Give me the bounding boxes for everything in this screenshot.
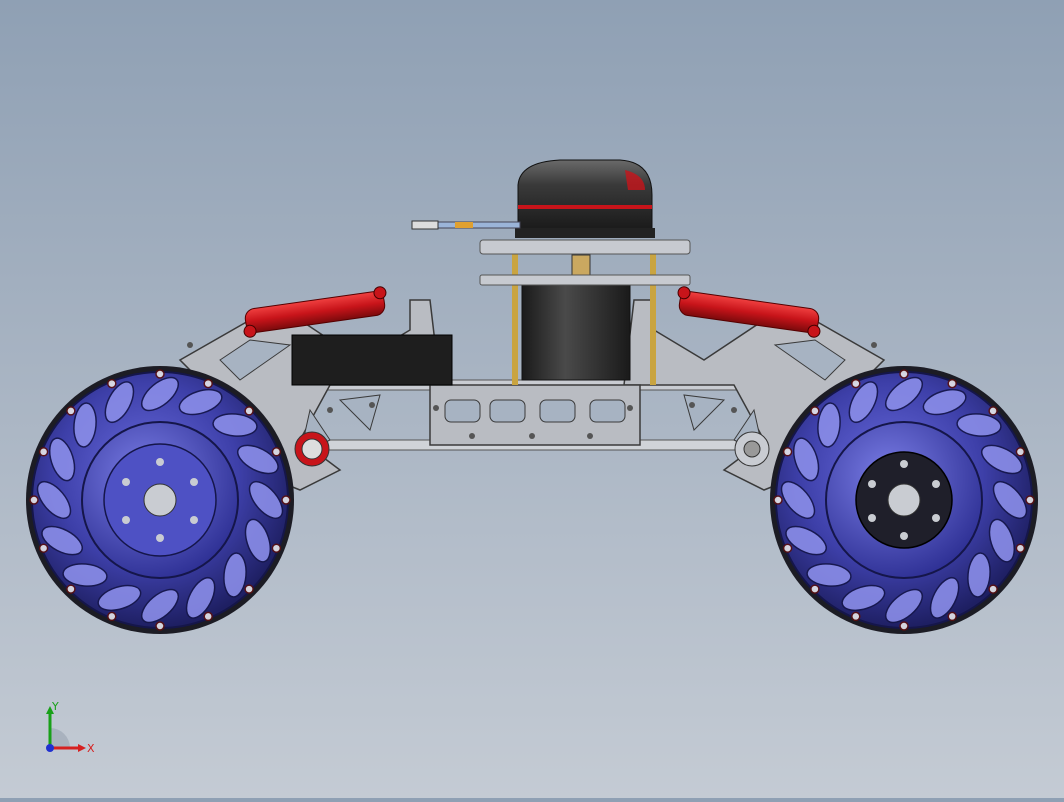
triad-view-plane	[50, 728, 70, 748]
roller-bolt	[988, 584, 998, 594]
robot-model[interactable]	[0, 0, 1064, 798]
roller-bolt	[29, 495, 39, 505]
roller-bolt	[203, 378, 213, 389]
roller-bolt	[281, 495, 291, 505]
roller-bolt	[203, 611, 213, 622]
roller-bolt	[1025, 495, 1035, 505]
lidar-cable	[411, 220, 521, 230]
roller-bolt	[107, 378, 117, 389]
roller-bolt	[244, 406, 254, 416]
roller-bolt	[244, 584, 254, 594]
roller-bolt	[66, 584, 76, 594]
roller-bolt	[988, 406, 998, 416]
roller-bolt	[947, 378, 957, 389]
roller-bolt	[851, 378, 861, 389]
roller-bolt	[271, 543, 282, 553]
roller-bolt	[899, 621, 909, 631]
bearing-left	[294, 431, 330, 467]
lidar-sensor	[515, 159, 655, 238]
roller-bolt	[107, 611, 117, 622]
roller-bolt	[38, 543, 49, 553]
x-axis-label: X	[87, 742, 95, 755]
z-axis-dot	[46, 744, 54, 752]
roller-bolt	[773, 495, 783, 505]
mecanum-wheel-right	[770, 366, 1038, 634]
roller-bolt	[66, 406, 76, 416]
roller-bolt	[782, 447, 793, 457]
bearing-right	[734, 431, 770, 467]
roller-bolt	[38, 447, 49, 457]
roller-bolt	[155, 369, 165, 379]
drive-motor-left	[291, 334, 453, 386]
coordinate-triad: Y X	[46, 700, 95, 755]
roller-bolt	[1015, 543, 1026, 553]
roller-bolt	[947, 611, 957, 622]
roller-bolt	[782, 543, 793, 553]
roller-bolt	[1015, 447, 1026, 457]
roller-bolt	[851, 611, 861, 622]
roller-bolt	[810, 406, 820, 416]
roller-bolt	[155, 621, 165, 631]
mecanum-wheel-left	[26, 366, 294, 634]
central-motor	[521, 279, 631, 381]
roller-bolt	[899, 369, 909, 379]
y-axis-label: Y	[51, 700, 59, 713]
roller-bolt	[810, 584, 820, 594]
roller-bolt	[271, 447, 282, 457]
graphics-viewport[interactable]: Y X	[0, 0, 1064, 798]
